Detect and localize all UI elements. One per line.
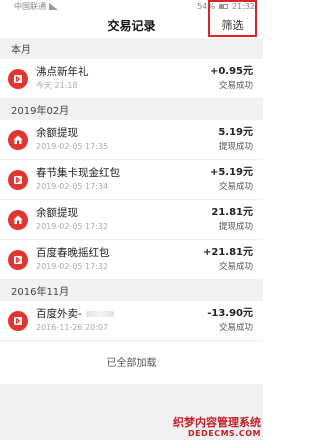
red-envelope-icon [8, 249, 28, 270]
transaction-date: 2016-11-26 20:07 [36, 323, 109, 332]
transaction-title: 余额提现 [36, 127, 78, 139]
transaction-row[interactable]: 余额提现 2019-02-05 17:35 5.19元 提现成功 [0, 120, 263, 160]
transaction-row[interactable]: 沸点新年礼 今天 21:18 +0.95元 交易成功 [0, 59, 263, 99]
transaction-amount: +0.95元 [209, 66, 253, 77]
redacted-text [85, 311, 114, 317]
transaction-title: 余额提现 [36, 207, 78, 219]
transaction-status: 交易成功 [218, 182, 253, 192]
transaction-status: 交易成功 [218, 262, 253, 272]
transaction-amount: -13.90元 [207, 308, 253, 319]
page-title: 交易记录 [107, 18, 156, 33]
filter-button[interactable]: 筛选 [208, 0, 257, 37]
watermark-line-2: DEDECMS.COM [188, 429, 261, 438]
section-header-2019-02: 2019年02月 [0, 99, 263, 120]
transaction-row[interactable]: 春节集卡现金红包 2019-02-05 17:34 +5.19元 交易成功 [0, 160, 263, 200]
transaction-row[interactable]: 百度春晚摇红包 2019-02-05 17:32 +21.81元 交易成功 [0, 240, 263, 280]
red-envelope-icon [8, 310, 28, 331]
transaction-date: 2019-02-05 17:35 [36, 142, 109, 151]
house-icon [8, 209, 28, 230]
transaction-row[interactable]: 余额提现 2019-02-05 17:32 21.81元 提现成功 [0, 200, 263, 240]
transaction-amount: 21.81元 [211, 207, 253, 218]
red-envelope-icon [8, 68, 28, 89]
transaction-status: 交易成功 [218, 81, 253, 91]
load-complete-footer: 已全部加载 [0, 341, 263, 381]
transaction-date: 今天 21:18 [36, 81, 78, 90]
transaction-title: 沸点新年礼 [36, 66, 89, 78]
watermark: 织梦内容管理系统 DEDECMS.COM [173, 417, 261, 438]
transaction-title: 百度春晚摇红包 [36, 247, 110, 259]
section-header-this-month: 本月 [0, 38, 263, 59]
transaction-amount: +5.19元 [209, 167, 253, 178]
transaction-date: 2019-02-05 17:32 [36, 262, 109, 271]
transaction-title: 春节集卡现金红包 [36, 167, 120, 179]
transaction-date: 2019-02-05 17:34 [36, 182, 109, 191]
transaction-amount: +21.81元 [202, 247, 253, 258]
signal-icon [49, 2, 58, 10]
watermark-line-1: 织梦内容管理系统 [173, 416, 261, 429]
transaction-row[interactable]: 百度外卖- 2016-11-26 20:07 -13.90元 交易成功 [0, 301, 263, 341]
transaction-status: 交易成功 [218, 323, 253, 333]
transaction-status: 提现成功 [218, 142, 253, 152]
house-icon [8, 129, 28, 150]
section-header-2016-11: 2016年11月 [0, 280, 263, 301]
transaction-amount: 5.19元 [218, 127, 253, 138]
transaction-title-text: 百度外卖- [36, 308, 82, 320]
carrier-label: 中国联通 [14, 1, 46, 11]
transaction-status: 提现成功 [218, 222, 253, 232]
transaction-title: 百度外卖- [36, 307, 207, 321]
transaction-date: 2019-02-05 17:32 [36, 222, 109, 231]
red-envelope-icon [8, 169, 28, 190]
nav-bar: 交易记录 筛选 [0, 0, 263, 38]
